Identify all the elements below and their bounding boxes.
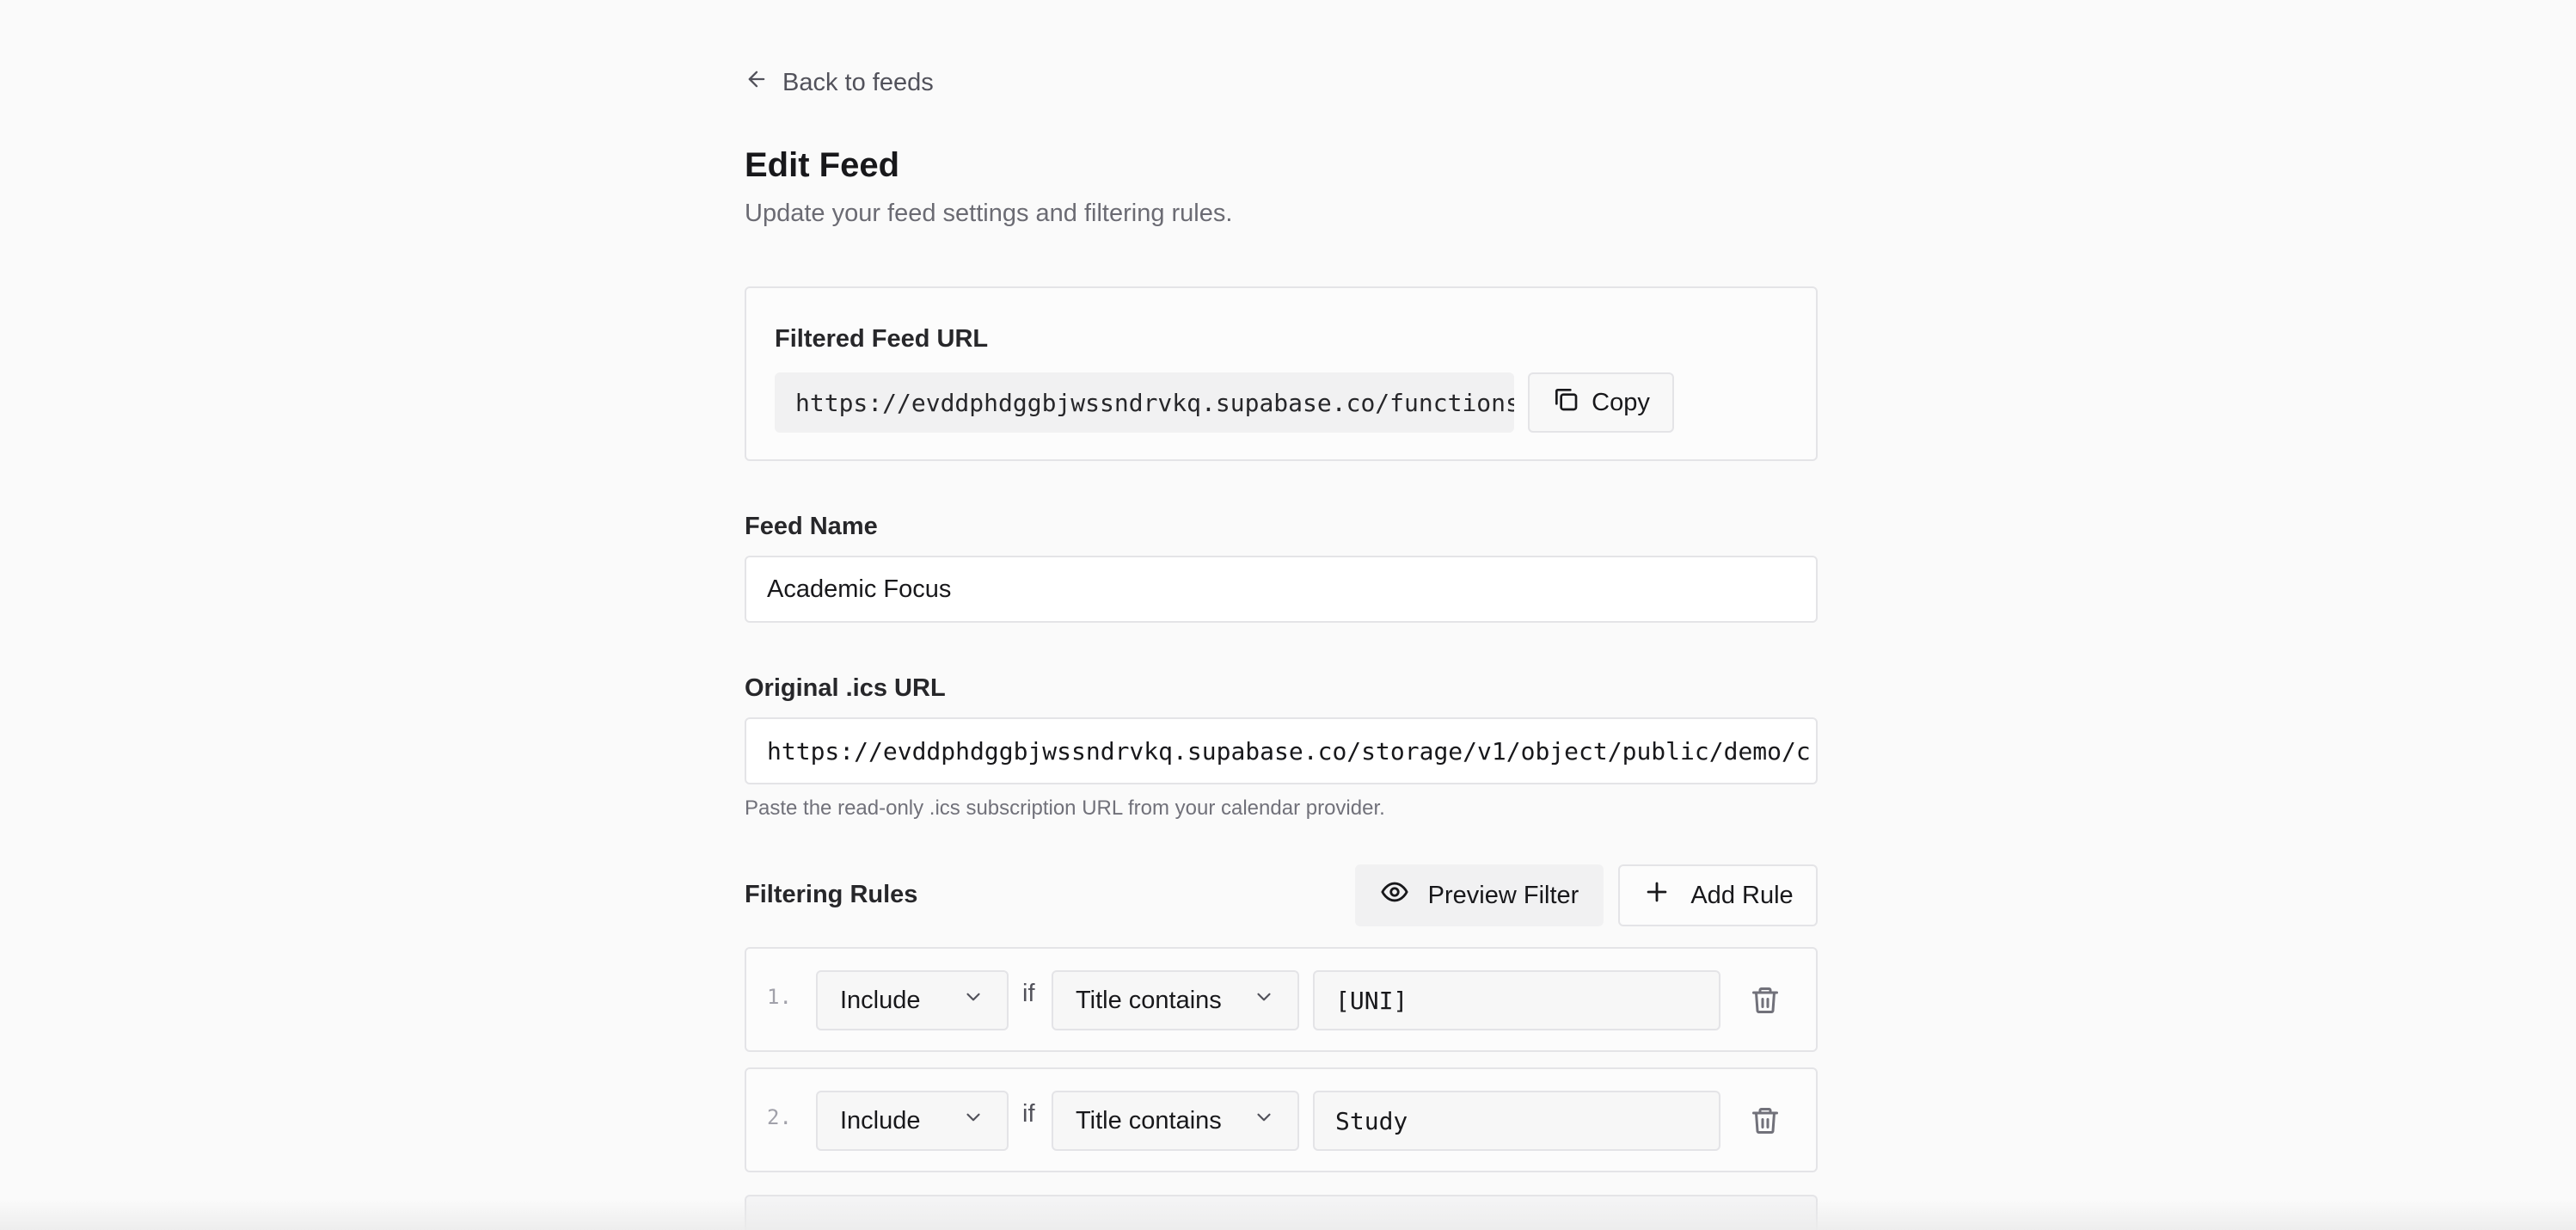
rule-value-input[interactable]: Study: [1313, 1091, 1720, 1151]
chevron-down-icon: [962, 1106, 984, 1135]
back-link-label: Back to feeds: [782, 68, 934, 96]
rule-number: 1.: [767, 985, 792, 1009]
rule-if-connector: if: [1022, 980, 1035, 1007]
rule-condition-value: Title contains: [1076, 986, 1222, 1014]
arrow-left-icon: [745, 67, 769, 98]
feed-name-input[interactable]: Academic Focus: [745, 556, 1818, 623]
page-title: Edit Feed: [745, 146, 900, 184]
filtered-feed-url[interactable]: https://evddphdggbjwssndrvkq.supabase.co…: [775, 372, 1514, 433]
rule-action-value: Include: [840, 986, 921, 1014]
copy-icon: [1552, 385, 1579, 420]
rule-action-value: Include: [840, 1106, 921, 1135]
filtering-rules-title: Filtering Rules: [745, 881, 918, 908]
preview-filter-button[interactable]: Preview Filter: [1355, 864, 1604, 926]
rule-action-select[interactable]: Include: [816, 1091, 1009, 1151]
rule-condition-select[interactable]: Title contains: [1052, 970, 1299, 1030]
rule-row: 2. Include if Title contains Study: [745, 1067, 1818, 1172]
original-url-label: Original .ics URL: [745, 674, 946, 702]
rule-condition-value: Title contains: [1076, 1106, 1222, 1135]
add-rule-button[interactable]: Add Rule: [1618, 864, 1818, 926]
rule-value-input[interactable]: [UNI]: [1313, 970, 1720, 1030]
eye-icon: [1380, 877, 1409, 913]
copy-button[interactable]: Copy: [1528, 372, 1674, 433]
copy-button-label: Copy: [1592, 388, 1650, 416]
original-url-help: Paste the read-only .ics subscription UR…: [745, 796, 1385, 820]
feed-name-label: Feed Name: [745, 513, 878, 540]
rule-condition-select[interactable]: Title contains: [1052, 1091, 1299, 1151]
original-url-input[interactable]: https://evddphdggbjwssndrvkq.supabase.co…: [745, 717, 1818, 784]
delete-rule-button[interactable]: [1750, 1105, 1781, 1136]
delete-rule-button[interactable]: [1750, 985, 1781, 1016]
chevron-down-icon: [1253, 1106, 1275, 1135]
rule-number: 2.: [767, 1105, 792, 1129]
filtered-feed-label: Filtered Feed URL: [775, 325, 989, 353]
rule-action-select[interactable]: Include: [816, 970, 1009, 1030]
rule-if-connector: if: [1022, 1100, 1035, 1128]
rule-row-partial: [745, 1195, 1818, 1230]
page: Back to feeds Edit Feed Update your feed…: [0, 0, 2576, 1230]
plus-icon: [1642, 877, 1671, 913]
trash-icon: [1750, 1108, 1781, 1140]
add-rule-label: Add Rule: [1690, 881, 1794, 909]
filtered-feed-card: Filtered Feed URL https://evddphdggbjwss…: [745, 286, 1818, 461]
page-subtitle: Update your feed settings and filtering …: [745, 200, 1233, 227]
back-to-feeds-link[interactable]: Back to feeds: [745, 67, 934, 98]
trash-icon: [1750, 987, 1781, 1019]
chevron-down-icon: [962, 986, 984, 1015]
chevron-down-icon: [1253, 986, 1275, 1015]
preview-filter-label: Preview Filter: [1427, 881, 1579, 909]
rule-row: 1. Include if Title contains [UNI]: [745, 947, 1818, 1052]
